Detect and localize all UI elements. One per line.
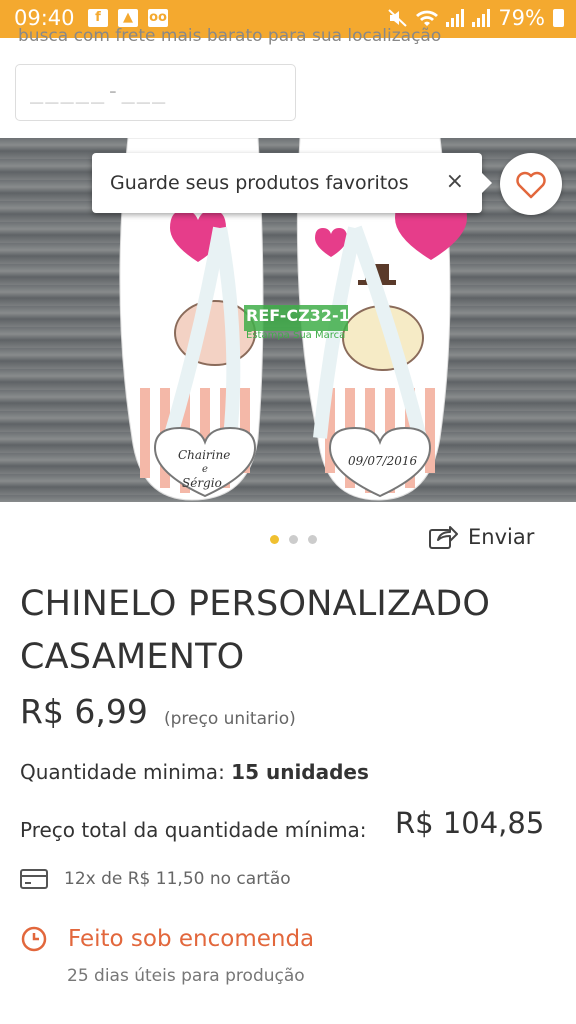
image-icon: ▲ <box>118 9 138 27</box>
favorite-button[interactable] <box>500 153 562 215</box>
share-label: Enviar <box>468 525 535 549</box>
favorites-tooltip: Guarde seus produtos favoritos × <box>92 153 492 213</box>
credit-card-icon <box>20 869 48 889</box>
tooltip-text: Guarde seus produtos favoritos <box>110 172 409 194</box>
carousel-indicator <box>270 535 317 544</box>
name-1: Chairine <box>178 448 231 462</box>
signal-icon <box>472 9 491 27</box>
ref-label: REF-CZ32-1 <box>246 306 350 325</box>
made-to-order: Feito sob encomenda <box>20 925 314 953</box>
carousel-dot[interactable] <box>308 535 317 544</box>
name-and: e <box>202 464 208 475</box>
shipping-hint: busca com frete mais barato para sua loc… <box>18 26 442 46</box>
close-icon[interactable]: × <box>446 169 464 194</box>
heart-icon <box>516 171 546 199</box>
store-label: Estampa Sua Marca <box>246 330 346 341</box>
share-icon <box>429 526 458 549</box>
notification-icons: f ▲ oo <box>88 9 168 27</box>
carousel-dot[interactable] <box>289 535 298 544</box>
clock-icon <box>21 926 47 952</box>
total-label: Preço total da quantidade mínima: <box>20 818 367 842</box>
min-quantity: Quantidade minima: 15 unidades <box>20 760 369 784</box>
carousel-dot[interactable] <box>270 535 279 544</box>
wifi-icon <box>416 10 439 26</box>
battery-icon <box>553 9 564 27</box>
cep-input[interactable]: _____-___ <box>15 64 296 121</box>
min-quantity-value: 15 unidades <box>231 760 369 784</box>
voicemail-icon: oo <box>148 9 168 27</box>
name-2: Sérgio <box>182 476 222 490</box>
production-time: 25 dias úteis para produção <box>67 966 305 986</box>
battery-percent: 79% <box>498 6 545 30</box>
total-value: R$ 104,85 <box>395 806 545 840</box>
made-to-order-label: Feito sob encomenda <box>68 926 315 952</box>
installments: 12x de R$ 11,50 no cartão <box>20 868 291 890</box>
price-note: (preço unitario) <box>164 709 296 729</box>
share-button[interactable]: Enviar <box>428 524 534 550</box>
product-price: R$ 6,99 <box>20 692 148 731</box>
product-title: CHINELO PERSONALIZADO CASAMENTO <box>20 584 491 677</box>
installments-text: 12x de R$ 11,50 no cartão <box>64 869 291 889</box>
mute-icon <box>388 9 407 27</box>
min-quantity-label: Quantidade minima: <box>20 760 225 784</box>
signal-icon <box>446 9 465 27</box>
facebook-icon: f <box>88 9 108 27</box>
wedding-date: 09/07/2016 <box>348 454 418 468</box>
